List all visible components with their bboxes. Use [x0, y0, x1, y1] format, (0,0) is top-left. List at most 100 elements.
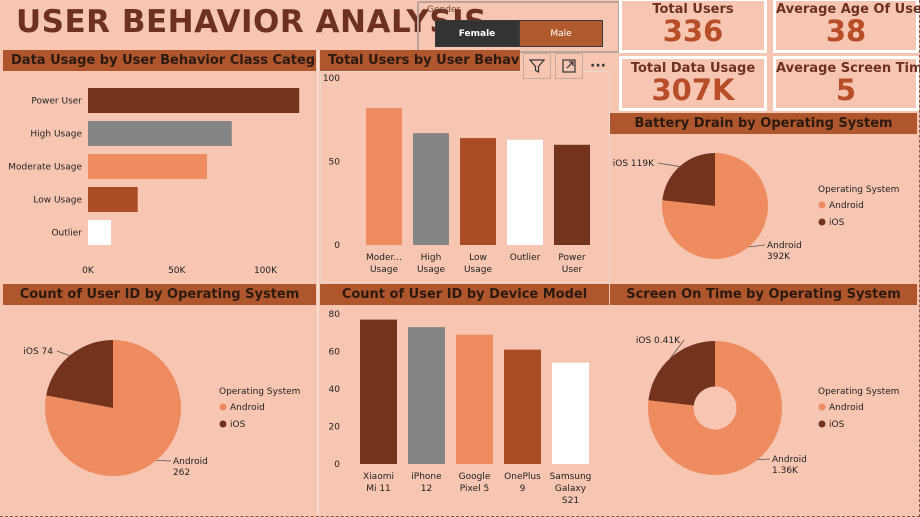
bar[interactable]	[460, 138, 496, 245]
total-users-bar-chart: 0 50 100 Moder... Usage High Usage Low Usage Outl…	[323, 74, 590, 275]
category-label: Power User	[31, 97, 82, 107]
legend-title: Operating System	[818, 387, 899, 397]
category-label: 9	[520, 484, 526, 494]
bar[interactable]	[88, 187, 138, 212]
panel-title-data-usage: Data Usage by User Behavior Class Catego…	[3, 50, 316, 71]
panel-title-screen-on: Screen On Time by Operating System	[610, 284, 917, 305]
legend-marker	[818, 420, 826, 428]
leader-line	[156, 459, 172, 462]
category-label: Galaxy	[555, 484, 587, 494]
bar[interactable]	[413, 133, 449, 245]
legend-title: Operating System	[219, 387, 300, 397]
kpi-total-data-usage: Total Data Usage 307K	[619, 56, 767, 111]
data-label-ios: iOS 0.41K	[636, 336, 681, 346]
legend-marker	[818, 218, 826, 226]
y-tick-label: 80	[329, 310, 341, 320]
legend-title: Operating System	[818, 185, 899, 195]
category-label: High Usage	[30, 130, 82, 140]
bar[interactable]	[507, 139, 543, 245]
category-label: Pixel 5	[460, 484, 489, 494]
kpi-value: 336	[662, 14, 724, 48]
pie-slice-ios[interactable]	[662, 153, 715, 206]
category-label: User	[562, 265, 583, 275]
bar[interactable]	[552, 362, 589, 464]
legend-marker	[818, 201, 826, 209]
data-label-android: Android	[772, 455, 807, 465]
leader-line	[657, 162, 680, 167]
legend-entry[interactable]: Android	[829, 403, 864, 413]
kpi-value: 38	[825, 14, 867, 48]
bar[interactable]	[456, 334, 493, 464]
panel-title-device-model: Count of User ID by Device Model	[320, 284, 609, 305]
x-tick-label: 50K	[168, 266, 186, 276]
slicer-option-female[interactable]: Female	[435, 20, 519, 47]
kpi-value: 5	[835, 73, 857, 107]
leader-line	[56, 350, 70, 357]
bar[interactable]	[366, 108, 402, 245]
legend-marker	[818, 403, 826, 411]
data-label-android: Android	[767, 241, 802, 251]
category-label: Moder...	[366, 253, 402, 263]
category-label: Samsung	[550, 472, 592, 482]
legend-entry[interactable]: iOS	[829, 218, 845, 228]
category-label: Low	[469, 253, 487, 263]
data-label-android-value: 392K	[767, 252, 791, 262]
leader-line	[748, 244, 766, 248]
category-label: Usage	[417, 265, 446, 275]
gender-slicer[interactable]: Gender Female Male	[417, 1, 620, 53]
kpi-average-age: Average Age Of User 38	[773, 0, 920, 53]
y-tick-label: 60	[329, 348, 341, 358]
kpi-total-users: Total Users 336	[619, 0, 767, 53]
category-label: Xiaomi	[363, 472, 394, 482]
pie-slice-ios[interactable]	[648, 341, 715, 406]
category-label: Outlier	[51, 229, 82, 239]
count-os-pie-chart: iOS 74Android262Operating SystemAndroidi…	[23, 340, 300, 478]
category-label: iPhone	[411, 472, 442, 482]
x-tick-label: 0K	[82, 266, 95, 276]
legend-entry[interactable]: Android	[829, 201, 864, 211]
category-label: Google	[459, 472, 491, 482]
data-label-android-value: 262	[173, 468, 190, 478]
bar[interactable]	[88, 88, 300, 113]
divider	[317, 50, 319, 515]
category-label: Usage	[464, 265, 493, 275]
category-label: Moderate Usage	[8, 163, 82, 173]
data-usage-bar-chart: Power User High Usage Moderate Usage Low Us…	[8, 88, 300, 276]
y-tick-label: 20	[329, 423, 341, 433]
data-label-ios: iOS 119K	[613, 159, 655, 169]
legend-marker	[219, 420, 227, 428]
data-label-ios: iOS 74	[23, 347, 53, 357]
category-label: Usage	[370, 265, 399, 275]
category-label: Outlier	[510, 253, 541, 263]
bar[interactable]	[88, 154, 207, 179]
category-label: High	[421, 253, 442, 263]
y-tick-label: 0	[334, 241, 340, 251]
device-model-bar-chart: 0 20 40 60 80 Xiaomi Mi 11 iPhone 12 Google Pixel …	[329, 310, 592, 506]
bar[interactable]	[554, 144, 590, 245]
y-tick-label: 40	[329, 385, 341, 395]
category-label: Power	[558, 253, 586, 263]
panel-title-count-os: Count of User ID by Operating System	[3, 284, 316, 305]
battery-drain-pie-chart: iOS 119KAndroid392KOperating SystemAndro…	[613, 153, 899, 262]
data-label-android: Android	[173, 457, 208, 467]
bar[interactable]	[504, 349, 541, 464]
data-label-android-value: 1.36K	[772, 466, 799, 476]
category-label: 12	[421, 484, 432, 494]
bar[interactable]	[88, 220, 112, 245]
slicer-label: Gender	[427, 5, 461, 15]
slicer-option-male[interactable]: Male	[519, 20, 603, 47]
y-tick-label: 100	[323, 74, 340, 84]
x-tick-label: 100K	[254, 266, 278, 276]
panel-title-total-users: Total Users by User Behavior Class Categ…	[320, 50, 520, 71]
y-tick-label: 0	[334, 460, 340, 470]
kpi-value: 307K	[651, 73, 735, 107]
kpi-average-screen-time: Average Screen Time 5	[773, 56, 920, 111]
leader-line	[757, 458, 771, 461]
panel-title-battery-drain: Battery Drain by Operating System	[610, 113, 917, 134]
bar[interactable]	[88, 121, 232, 146]
legend-entry[interactable]: iOS	[230, 420, 246, 430]
bar[interactable]	[408, 327, 445, 464]
legend-entry[interactable]: Android	[230, 403, 265, 413]
bar[interactable]	[360, 319, 397, 464]
legend-entry[interactable]: iOS	[829, 420, 845, 430]
